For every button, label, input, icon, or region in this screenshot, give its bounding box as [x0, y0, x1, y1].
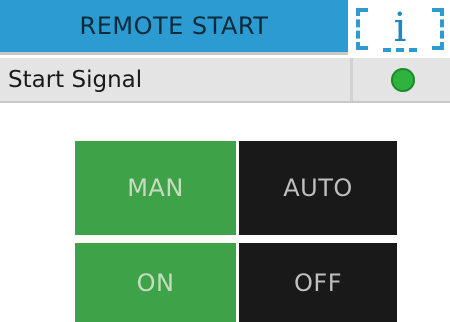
info-button[interactable]: i — [350, 0, 450, 55]
mode-toggle: MAN AUTO — [75, 141, 397, 235]
header-bar: REMOTE START — [0, 0, 348, 55]
page-title: REMOTE START — [79, 12, 269, 40]
info-bracket-right — [432, 8, 444, 50]
control-panel: MAN AUTO ON OFF — [0, 103, 450, 322]
start-signal-label: Start Signal — [8, 67, 143, 93]
man-button[interactable]: MAN — [75, 141, 236, 235]
on-button[interactable]: ON — [75, 243, 236, 322]
off-button[interactable]: OFF — [236, 243, 397, 322]
info-bracket-left — [356, 8, 368, 50]
start-signal-cell — [350, 58, 450, 101]
status-led-icon — [391, 68, 415, 92]
auto-button[interactable]: AUTO — [236, 141, 397, 235]
status-row: Start Signal — [0, 58, 450, 103]
power-toggle: ON OFF — [75, 243, 397, 322]
info-underline — [383, 48, 417, 52]
info-icon: i — [393, 5, 407, 51]
